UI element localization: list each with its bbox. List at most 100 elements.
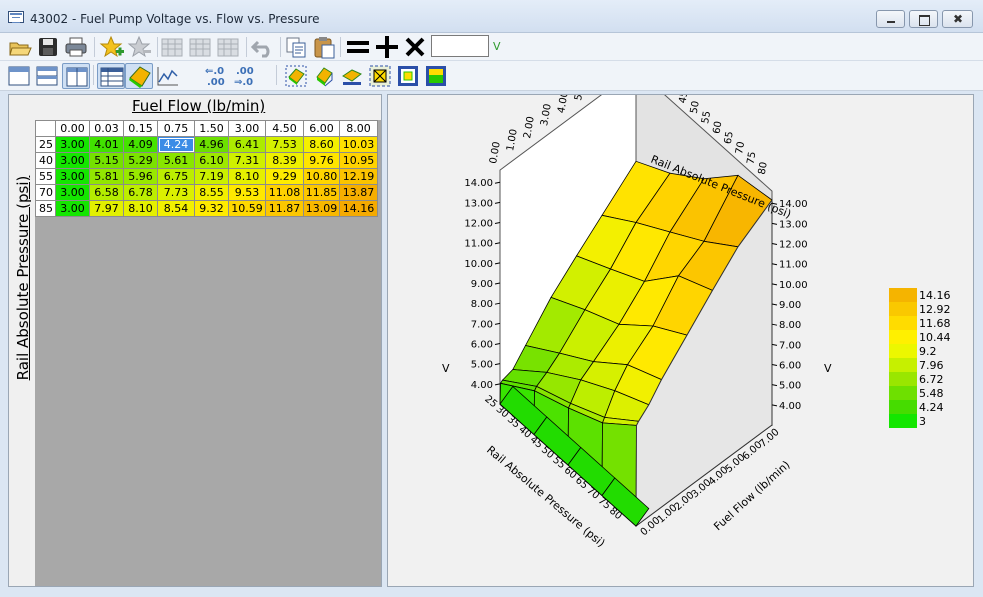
star-remove-icon[interactable] [127, 35, 153, 59]
z-tick-label-right: 6.00 [779, 361, 801, 372]
table-cell[interactable]: 7.31 [228, 152, 266, 169]
table-cell[interactable]: 6.78 [123, 184, 158, 201]
table-cell[interactable]: 7.73 [157, 184, 195, 201]
table-cell[interactable]: 10.59 [228, 200, 266, 217]
table-cell[interactable]: 8.60 [303, 136, 340, 153]
table-cell[interactable]: 3.00 [55, 184, 90, 201]
table-cell[interactable]: 6.58 [89, 184, 124, 201]
row-header[interactable]: 40 [35, 152, 56, 169]
table-view-icon[interactable] [97, 63, 125, 89]
column-header[interactable]: 0.00 [55, 120, 90, 137]
column-header[interactable]: 1.50 [194, 120, 229, 137]
table-cell[interactable]: 14.16 [339, 200, 378, 217]
save-icon[interactable] [37, 36, 59, 58]
table-cell[interactable]: 9.29 [265, 168, 304, 185]
z-tick [771, 222, 778, 225]
column-header[interactable]: 0.75 [157, 120, 195, 137]
table-cell[interactable]: 4.24 [157, 136, 195, 153]
table-cell[interactable]: 8.55 [194, 184, 229, 201]
surface-solid-icon[interactable] [312, 64, 336, 88]
table-cell[interactable]: 7.19 [194, 168, 229, 185]
row-header[interactable]: 70 [35, 184, 56, 201]
surface-wire-icon[interactable] [284, 64, 308, 88]
z-tick-label-right: 7.00 [779, 340, 801, 351]
table-cell[interactable]: 3.00 [55, 168, 90, 185]
table-cell[interactable]: 6.10 [194, 152, 229, 169]
table-cell[interactable]: 8.10 [228, 168, 266, 185]
decimal-increase-icon[interactable]: .00 ⇒.0 [234, 65, 260, 87]
maximize-button[interactable] [909, 10, 938, 28]
table-cell[interactable]: 8.54 [157, 200, 195, 217]
open-folder-icon[interactable] [8, 37, 32, 57]
table-cell[interactable]: 3.00 [55, 136, 90, 153]
layout-split-v-icon[interactable] [62, 63, 90, 89]
layout-split-h-icon[interactable] [35, 65, 59, 87]
table-cell[interactable]: 5.15 [89, 152, 124, 169]
table-cell[interactable]: 13.09 [303, 200, 340, 217]
row-header[interactable]: 25 [35, 136, 56, 153]
table-cell[interactable]: 4.96 [194, 136, 229, 153]
table-edit-3-icon[interactable] [216, 36, 240, 58]
table-cell[interactable]: 5.61 [157, 152, 195, 169]
table-cell[interactable]: 12.19 [339, 168, 378, 185]
table-cell[interactable]: 7.97 [89, 200, 124, 217]
table-edit-2-icon[interactable] [188, 36, 212, 58]
table-cell[interactable]: 5.96 [123, 168, 158, 185]
table-cell[interactable]: 7.53 [265, 136, 304, 153]
table-cell[interactable]: 4.09 [123, 136, 158, 153]
table-cell[interactable]: 10.95 [339, 152, 378, 169]
table-cell[interactable]: 9.32 [194, 200, 229, 217]
surface-flat-icon[interactable] [340, 64, 364, 88]
table-cell[interactable]: 10.03 [339, 136, 378, 153]
column-header[interactable]: 8.00 [339, 120, 378, 137]
undo-icon[interactable] [250, 36, 276, 58]
window-title: 43002 - Fuel Pump Voltage vs. Flow vs. P… [30, 12, 320, 26]
column-header[interactable]: 0.03 [89, 120, 124, 137]
row-header[interactable]: 85 [35, 200, 56, 217]
table-cell[interactable]: 8.39 [265, 152, 304, 169]
table-edit-icon[interactable] [160, 36, 184, 58]
table-cell[interactable]: 5.29 [123, 152, 158, 169]
table-cell[interactable]: 11.85 [303, 184, 340, 201]
frame-icon[interactable] [396, 64, 420, 88]
paste-icon[interactable] [312, 35, 336, 59]
operation-value-input[interactable] [431, 35, 489, 57]
table-cell[interactable]: 9.76 [303, 152, 340, 169]
table-cell[interactable]: 4.01 [89, 136, 124, 153]
line-chart-icon[interactable] [156, 65, 180, 87]
surface-plot[interactable]: 4.004.005.005.006.006.007.007.008.008.00… [388, 95, 975, 588]
column-header[interactable]: 3.00 [228, 120, 266, 137]
multiply-icon[interactable] [403, 35, 427, 59]
layout-top-icon[interactable] [7, 65, 31, 87]
copy-icon[interactable] [284, 36, 308, 58]
table-cell[interactable]: 3.00 [55, 200, 90, 217]
table-cell[interactable]: 13.87 [339, 184, 378, 201]
close-button[interactable] [942, 10, 973, 28]
decimal-decrease-icon[interactable]: ⇐.0 .00 [205, 65, 231, 87]
legend-swatch [889, 400, 917, 414]
print-icon[interactable] [64, 36, 88, 58]
star-add-icon[interactable] [99, 35, 125, 59]
table-cell[interactable]: 11.08 [265, 184, 304, 201]
table-cell[interactable]: 9.53 [228, 184, 266, 201]
table-cell[interactable]: 6.75 [157, 168, 195, 185]
table-cell[interactable]: 5.81 [89, 168, 124, 185]
fuel-pump-table: 0.00 0.03 0.15 0.75 1.50 3.00 4.50 6.00 8.00 25 3.… [35, 120, 378, 217]
z-tick-label-left: 14.00 [464, 178, 493, 189]
3d-view-icon[interactable] [125, 63, 153, 89]
table-cell[interactable]: 3.00 [55, 152, 90, 169]
table-cell[interactable]: 8.10 [123, 200, 158, 217]
select-box-icon[interactable] [368, 64, 392, 88]
plus-icon[interactable] [374, 35, 400, 59]
table-cell[interactable]: 6.41 [228, 136, 266, 153]
column-header[interactable]: 0.15 [123, 120, 158, 137]
table-cell[interactable]: 11.87 [265, 200, 304, 217]
equals-icon[interactable] [345, 36, 371, 58]
row-header[interactable]: 55 [35, 168, 56, 185]
column-header[interactable]: 6.00 [303, 120, 340, 137]
column-header[interactable]: 4.50 [265, 120, 304, 137]
frame-fill-icon[interactable] [424, 64, 448, 88]
table-cell[interactable]: 10.80 [303, 168, 340, 185]
legend-entry: 12.92 [889, 302, 979, 316]
minimize-button[interactable] [876, 10, 905, 28]
